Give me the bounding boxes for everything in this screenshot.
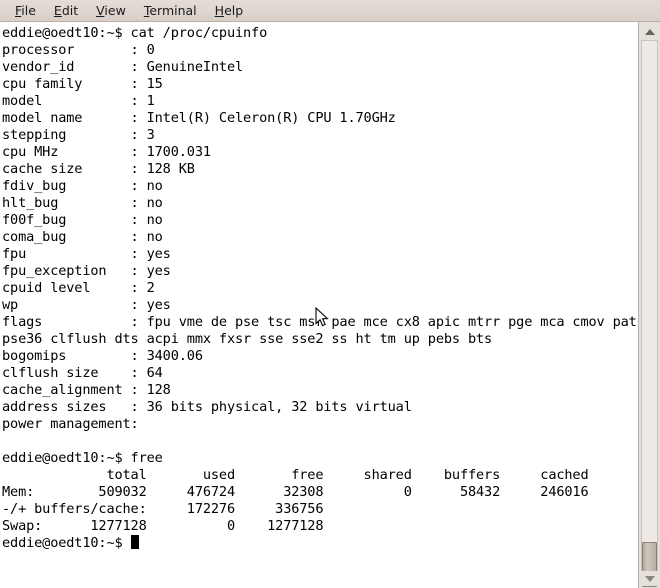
terminal-line: cache_alignment : 128 bbox=[2, 382, 171, 398]
terminal-line: Swap: 1277128 0 1277128 bbox=[2, 518, 324, 534]
menu-label-rest: erminal bbox=[149, 3, 197, 18]
chevron-up-icon bbox=[644, 28, 655, 35]
terminal-line: total used free shared buffers cached bbox=[2, 467, 589, 483]
menu-label-rest: dit bbox=[61, 3, 79, 18]
terminal-line: clflush size : 64 bbox=[2, 365, 163, 381]
terminal-line: vendor_id : GenuineIntel bbox=[2, 59, 244, 75]
terminal-line: fdiv_bug : no bbox=[2, 178, 163, 194]
terminal-line: stepping : 3 bbox=[2, 127, 155, 143]
terminal-line: cache size : 128 KB bbox=[2, 161, 195, 177]
terminal-scrollbar[interactable] bbox=[638, 22, 660, 588]
text-cursor bbox=[130, 535, 139, 549]
chevron-down-icon bbox=[644, 575, 655, 582]
scrollbar-track[interactable] bbox=[641, 40, 658, 570]
terminal-line: wp : yes bbox=[2, 297, 171, 313]
terminal-screen: eddie@oedt10:~$ cat /proc/cpuinfo process… bbox=[2, 25, 638, 552]
terminal-line: cpu family : 15 bbox=[2, 76, 163, 92]
terminal-line: -/+ buffers/cache: 172276 336756 bbox=[2, 501, 324, 517]
scroll-up-arrow-icon[interactable] bbox=[641, 24, 658, 39]
terminal-line: model : 1 bbox=[2, 93, 155, 109]
terminal-prompt-line: eddie@oedt10:~$ bbox=[2, 535, 638, 552]
terminal-line: Mem: 509032 476724 32308 0 58432 246016 bbox=[2, 484, 589, 500]
shell-prompt: eddie@oedt10:~$ bbox=[2, 535, 131, 551]
menu-label-rest: iew bbox=[104, 3, 126, 18]
menu-item-view[interactable]: View bbox=[87, 1, 135, 20]
terminal-line: eddie@oedt10:~$ free bbox=[2, 450, 163, 466]
terminal-line: cpu MHz : 1700.031 bbox=[2, 144, 211, 160]
terminal-line: coma_bug : no bbox=[2, 229, 163, 245]
terminal-line: bogomips : 3400.06 bbox=[2, 348, 203, 364]
menu-item-edit[interactable]: Edit bbox=[45, 1, 87, 20]
terminal-line: flags : fpu vme de pse tsc msr pae mce c… bbox=[2, 314, 637, 330]
terminal-line: fpu_exception : yes bbox=[2, 263, 171, 279]
menu-bar: File Edit View Terminal Help bbox=[0, 0, 660, 22]
terminal-window: eddie@oedt10:~$ cat /proc/cpuinfo process… bbox=[0, 22, 660, 588]
terminal-line: address sizes : 36 bits physical, 32 bit… bbox=[2, 399, 412, 415]
terminal-output-area[interactable]: eddie@oedt10:~$ cat /proc/cpuinfo process… bbox=[0, 22, 638, 588]
menu-item-terminal[interactable]: Terminal bbox=[135, 1, 206, 20]
terminal-line: fpu : yes bbox=[2, 246, 171, 262]
terminal-line: power management: bbox=[2, 416, 139, 432]
terminal-line: pse36 clflush dts acpi mmx fxsr sse sse2… bbox=[2, 331, 493, 347]
terminal-line: hlt_bug : no bbox=[2, 195, 163, 211]
menu-item-help[interactable]: Help bbox=[206, 1, 253, 20]
menu-mnemonic: E bbox=[53, 3, 62, 18]
menu-label-rest: ile bbox=[21, 3, 36, 18]
menu-label-rest: elp bbox=[224, 3, 244, 18]
terminal-line: f00f_bug : no bbox=[2, 212, 163, 228]
scroll-down-arrow-icon[interactable] bbox=[641, 571, 658, 586]
terminal-line: cpuid level : 2 bbox=[2, 280, 155, 296]
menu-mnemonic: H bbox=[214, 3, 225, 18]
terminal-line: eddie@oedt10:~$ cat /proc/cpuinfo bbox=[2, 25, 268, 41]
menu-item-file[interactable]: File bbox=[6, 1, 45, 20]
terminal-line: processor : 0 bbox=[2, 42, 155, 58]
terminal-line: model name : Intel(R) Celeron(R) CPU 1.7… bbox=[2, 110, 396, 126]
